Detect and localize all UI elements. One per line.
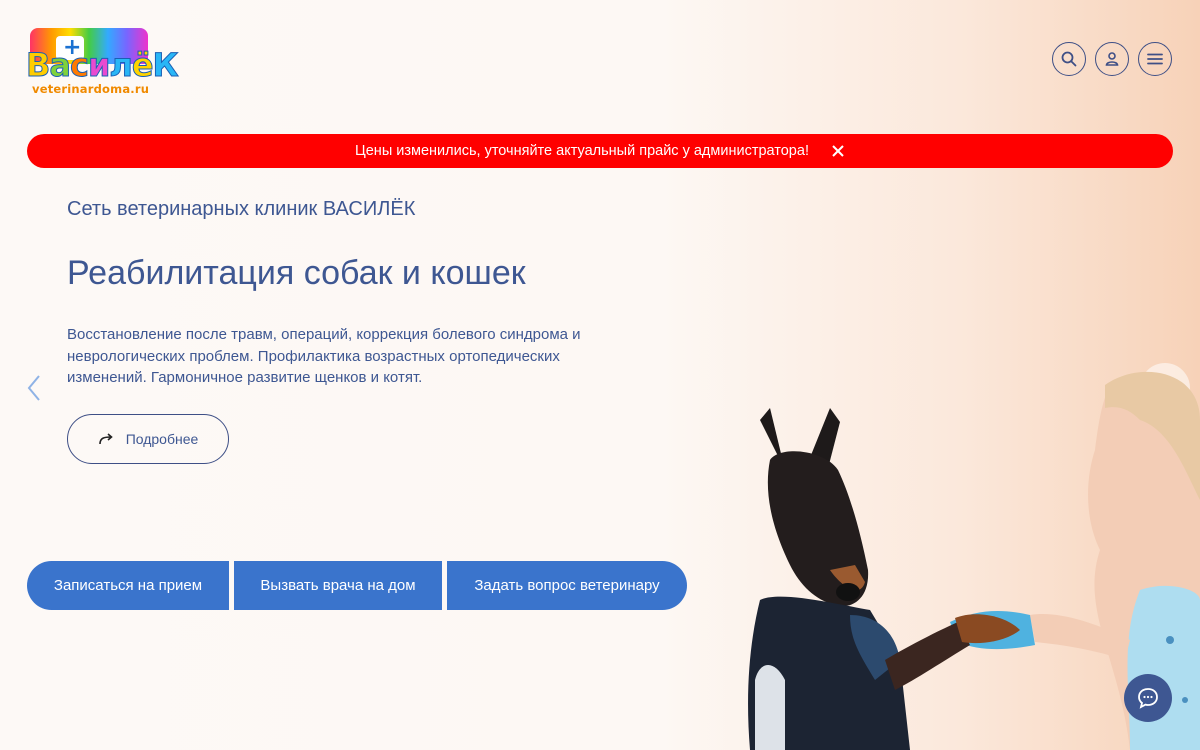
search-button[interactable]: [1052, 42, 1086, 76]
user-icon: [1105, 52, 1119, 66]
logo[interactable]: + ВасилёК veterinardoma.ru: [25, 26, 179, 98]
logo-wordmark: ВасилёК: [25, 46, 179, 84]
more-button[interactable]: Подробнее: [67, 414, 229, 464]
ask-vet-button[interactable]: Задать вопрос ветеринару: [447, 561, 687, 610]
forward-arrow-icon: [98, 433, 113, 445]
alert-text: Цены изменились, уточняйте актуальный пр…: [355, 143, 809, 159]
close-icon[interactable]: [831, 144, 845, 158]
menu-button[interactable]: [1138, 42, 1172, 76]
more-button-label: Подробнее: [125, 431, 199, 447]
account-button[interactable]: [1095, 42, 1129, 76]
logo-url: veterinardoma.ru: [32, 82, 150, 96]
chat-button[interactable]: [1124, 674, 1172, 722]
menu-icon: [1147, 53, 1163, 65]
price-alert-banner: Цены изменились, уточняйте актуальный пр…: [27, 134, 1173, 168]
home-visit-button[interactable]: Вызвать врача на дом: [234, 561, 442, 610]
book-appointment-button[interactable]: Записаться на прием: [27, 561, 229, 610]
action-buttons: Записаться на прием Вызвать врача на дом…: [27, 561, 687, 610]
slider-prev-icon[interactable]: [24, 372, 44, 404]
chat-icon: [1138, 688, 1158, 709]
hero-description: Восстановление после травм, операций, ко…: [67, 326, 581, 386]
hero-subtitle: Сеть ветеринарных клиник ВАСИЛЁК: [67, 198, 416, 220]
search-icon: [1061, 51, 1077, 67]
doberman-figure: [748, 408, 1020, 750]
hero-title: Реабилитация собак и кошек: [67, 254, 526, 292]
